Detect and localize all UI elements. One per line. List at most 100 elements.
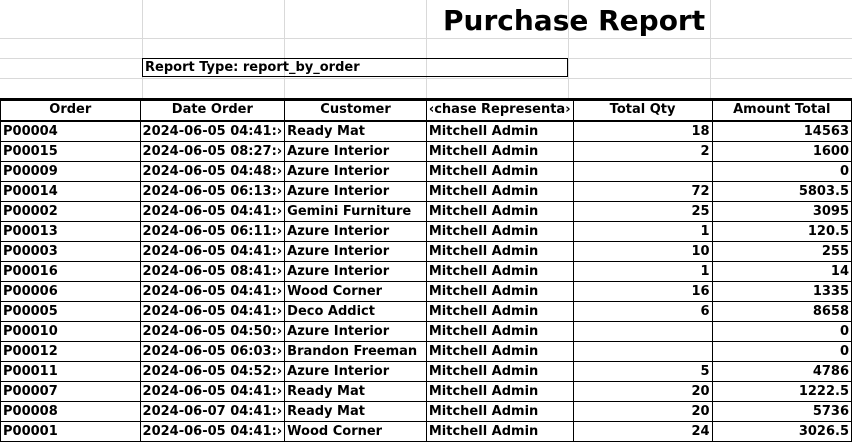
column-header-total-qty[interactable]: Total Qty xyxy=(572,98,713,122)
cell-amount-total[interactable]: 5803.5 xyxy=(711,181,852,202)
cell-customer[interactable]: Wood Corner xyxy=(284,281,427,302)
cell-date-order[interactable]: 2024-06-05 04:52:› xyxy=(139,361,286,382)
cell-order[interactable]: P00002 xyxy=(0,201,141,222)
cell-purchase-representative[interactable]: Mitchell Admin xyxy=(425,341,574,362)
cell-customer[interactable]: Brandon Freeman xyxy=(284,341,427,362)
cell-total-qty[interactable]: 6 xyxy=(572,301,713,322)
cell-total-qty[interactable] xyxy=(572,321,713,342)
cell-amount-total[interactable]: 0 xyxy=(711,341,852,362)
cell-total-qty[interactable]: 24 xyxy=(572,421,713,442)
cell-purchase-representative[interactable]: Mitchell Admin xyxy=(425,141,574,162)
cell-order[interactable]: P00015 xyxy=(0,141,141,162)
cell-total-qty[interactable]: 5 xyxy=(572,361,713,382)
cell-total-qty[interactable]: 1 xyxy=(572,261,713,282)
cell-date-order[interactable]: 2024-06-05 04:41:› xyxy=(139,421,286,442)
cell-date-order[interactable]: 2024-06-05 04:41:› xyxy=(139,120,286,142)
cell-customer[interactable]: Azure Interior xyxy=(284,141,427,162)
cell-total-qty[interactable]: 2 xyxy=(572,141,713,162)
column-header-customer[interactable]: Customer xyxy=(284,98,427,122)
cell-customer[interactable]: Ready Mat xyxy=(284,381,427,402)
cell-amount-total[interactable]: 3026.5 xyxy=(711,421,852,442)
column-header-amount-total[interactable]: Amount Total xyxy=(711,98,852,122)
cell-purchase-representative[interactable]: Mitchell Admin xyxy=(425,181,574,202)
cell-date-order[interactable]: 2024-06-05 04:41:› xyxy=(139,281,286,302)
cell-order[interactable]: P00008 xyxy=(0,401,141,422)
cell-customer[interactable]: Ready Mat xyxy=(284,401,427,422)
cell-order[interactable]: P00006 xyxy=(0,281,141,302)
cell-purchase-representative[interactable]: Mitchell Admin xyxy=(425,241,574,262)
cell-total-qty[interactable] xyxy=(572,341,713,362)
cell-amount-total[interactable]: 5736 xyxy=(711,401,852,422)
cell-purchase-representative[interactable]: Mitchell Admin xyxy=(425,221,574,242)
cell-customer[interactable]: Gemini Furniture xyxy=(284,201,427,222)
cell-order[interactable]: P00016 xyxy=(0,261,141,282)
cell-total-qty[interactable]: 1 xyxy=(572,221,713,242)
cell-amount-total[interactable]: 8658 xyxy=(711,301,852,322)
cell-purchase-representative[interactable]: Mitchell Admin xyxy=(425,321,574,342)
cell-purchase-representative[interactable]: Mitchell Admin xyxy=(425,201,574,222)
cell-order[interactable]: P00001 xyxy=(0,421,141,442)
cell-total-qty[interactable]: 20 xyxy=(572,381,713,402)
cell-purchase-representative[interactable]: Mitchell Admin xyxy=(425,261,574,282)
cell-date-order[interactable]: 2024-06-05 04:48:› xyxy=(139,161,286,182)
cell-amount-total[interactable]: 255 xyxy=(711,241,852,262)
cell-customer[interactable]: Azure Interior xyxy=(284,321,427,342)
cell-purchase-representative[interactable]: Mitchell Admin xyxy=(425,301,574,322)
cell-total-qty[interactable]: 72 xyxy=(572,181,713,202)
cell-order[interactable]: P00005 xyxy=(0,301,141,322)
cell-order[interactable]: P00012 xyxy=(0,341,141,362)
cell-amount-total[interactable]: 0 xyxy=(711,161,852,182)
cell-amount-total[interactable]: 3095 xyxy=(711,201,852,222)
cell-order[interactable]: P00003 xyxy=(0,241,141,262)
cell-date-order[interactable]: 2024-06-05 04:41:› xyxy=(139,381,286,402)
cell-purchase-representative[interactable]: Mitchell Admin xyxy=(425,281,574,302)
cell-date-order[interactable]: 2024-06-07 04:41:› xyxy=(139,401,286,422)
cell-date-order[interactable]: 2024-06-05 04:41:› xyxy=(139,241,286,262)
cell-purchase-representative[interactable]: Mitchell Admin xyxy=(425,421,574,442)
cell-order[interactable]: P00014 xyxy=(0,181,141,202)
cell-purchase-representative[interactable]: Mitchell Admin xyxy=(425,401,574,422)
cell-amount-total[interactable]: 1222.5 xyxy=(711,381,852,402)
cell-amount-total[interactable]: 14 xyxy=(711,261,852,282)
report-type-cell[interactable]: Report Type: report_by_order xyxy=(142,58,568,77)
cell-customer[interactable]: Ready Mat xyxy=(284,120,427,142)
cell-order[interactable]: P00004 xyxy=(0,120,141,142)
cell-customer[interactable]: Azure Interior xyxy=(284,361,427,382)
cell-date-order[interactable]: 2024-06-05 04:50:› xyxy=(139,321,286,342)
cell-customer[interactable]: Azure Interior xyxy=(284,261,427,282)
cell-customer[interactable]: Wood Corner xyxy=(284,421,427,442)
cell-customer[interactable]: Azure Interior xyxy=(284,181,427,202)
cell-amount-total[interactable]: 0 xyxy=(711,321,852,342)
cell-purchase-representative[interactable]: Mitchell Admin xyxy=(425,120,574,142)
cell-total-qty[interactable]: 18 xyxy=(572,120,713,142)
column-header-date-order[interactable]: Date Order xyxy=(139,98,286,122)
cell-total-qty[interactable] xyxy=(572,161,713,182)
spreadsheet-sheet[interactable]: Purchase Report Report Type: report_by_o… xyxy=(0,0,852,442)
cell-date-order[interactable]: 2024-06-05 06:11:› xyxy=(139,221,286,242)
cell-customer[interactable]: Azure Interior xyxy=(284,161,427,182)
cell-total-qty[interactable]: 25 xyxy=(572,201,713,222)
cell-amount-total[interactable]: 14563 xyxy=(711,120,852,142)
column-header-order[interactable]: Order xyxy=(0,98,141,122)
cell-customer[interactable]: Azure Interior xyxy=(284,221,427,242)
cell-amount-total[interactable]: 4786 xyxy=(711,361,852,382)
cell-date-order[interactable]: 2024-06-05 06:03:› xyxy=(139,341,286,362)
cell-customer[interactable]: Azure Interior xyxy=(284,241,427,262)
cell-purchase-representative[interactable]: Mitchell Admin xyxy=(425,381,574,402)
cell-amount-total[interactable]: 120.5 xyxy=(711,221,852,242)
column-header-purchase-representative[interactable]: ‹chase Representa› xyxy=(425,98,574,122)
cell-order[interactable]: P00009 xyxy=(0,161,141,182)
cell-total-qty[interactable]: 10 xyxy=(572,241,713,262)
cell-total-qty[interactable]: 16 xyxy=(572,281,713,302)
cell-date-order[interactable]: 2024-06-05 04:41:› xyxy=(139,301,286,322)
cell-order[interactable]: P00013 xyxy=(0,221,141,242)
cell-order[interactable]: P00007 xyxy=(0,381,141,402)
cell-amount-total[interactable]: 1600 xyxy=(711,141,852,162)
cell-order[interactable]: P00011 xyxy=(0,361,141,382)
cell-total-qty[interactable]: 20 xyxy=(572,401,713,422)
cell-date-order[interactable]: 2024-06-05 08:41:› xyxy=(139,261,286,282)
cell-date-order[interactable]: 2024-06-05 04:41:› xyxy=(139,201,286,222)
cell-purchase-representative[interactable]: Mitchell Admin xyxy=(425,361,574,382)
cell-customer[interactable]: Deco Addict xyxy=(284,301,427,322)
cell-order[interactable]: P00010 xyxy=(0,321,141,342)
